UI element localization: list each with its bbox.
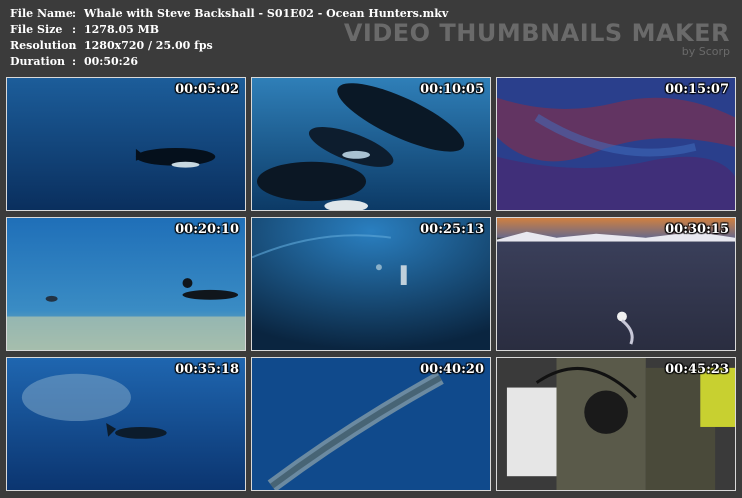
thumbnail-image — [7, 358, 245, 490]
thumbnail-6[interactable]: 00:30:15 — [496, 217, 736, 351]
thumbnail-2[interactable]: 00:10:05 — [251, 77, 491, 211]
timestamp: 00:35:18 — [175, 362, 239, 377]
thumbnail-5[interactable]: 00:25:13 — [251, 217, 491, 351]
timestamp: 00:10:05 — [420, 82, 484, 97]
timestamp: 00:15:07 — [665, 82, 729, 97]
thumbnail-4[interactable]: 00:20:10 — [6, 217, 246, 351]
thumbnail-8[interactable]: 00:40:20 — [251, 357, 491, 491]
timestamp: 00:30:15 — [665, 222, 729, 237]
thumbnail-image — [252, 218, 490, 350]
thumbnail-image — [7, 218, 245, 350]
thumbnail-image — [252, 78, 490, 210]
thumbnail-7[interactable]: 00:35:18 — [6, 357, 246, 491]
thumbnail-image — [497, 358, 735, 490]
thumbnail-9[interactable]: 00:45:23 — [496, 357, 736, 491]
timestamp: 00:20:10 — [175, 222, 239, 237]
thumbnail-image — [497, 218, 735, 350]
timestamp: 00:25:13 — [420, 222, 484, 237]
timestamp: 00:45:23 — [665, 362, 729, 377]
thumbnail-image — [497, 78, 735, 210]
timestamp: 00:40:20 — [420, 362, 484, 377]
thumbnail-image — [7, 78, 245, 210]
thumbnail-image — [252, 358, 490, 490]
timestamp: 00:05:02 — [175, 82, 239, 97]
thumbnail-1[interactable]: 00:05:02 — [6, 77, 246, 211]
thumbnail-grid: 00:05:02 00:10:05 00:15:07 00:20:10 00:2… — [0, 0, 742, 498]
thumbnail-3[interactable]: 00:15:07 — [496, 77, 736, 211]
